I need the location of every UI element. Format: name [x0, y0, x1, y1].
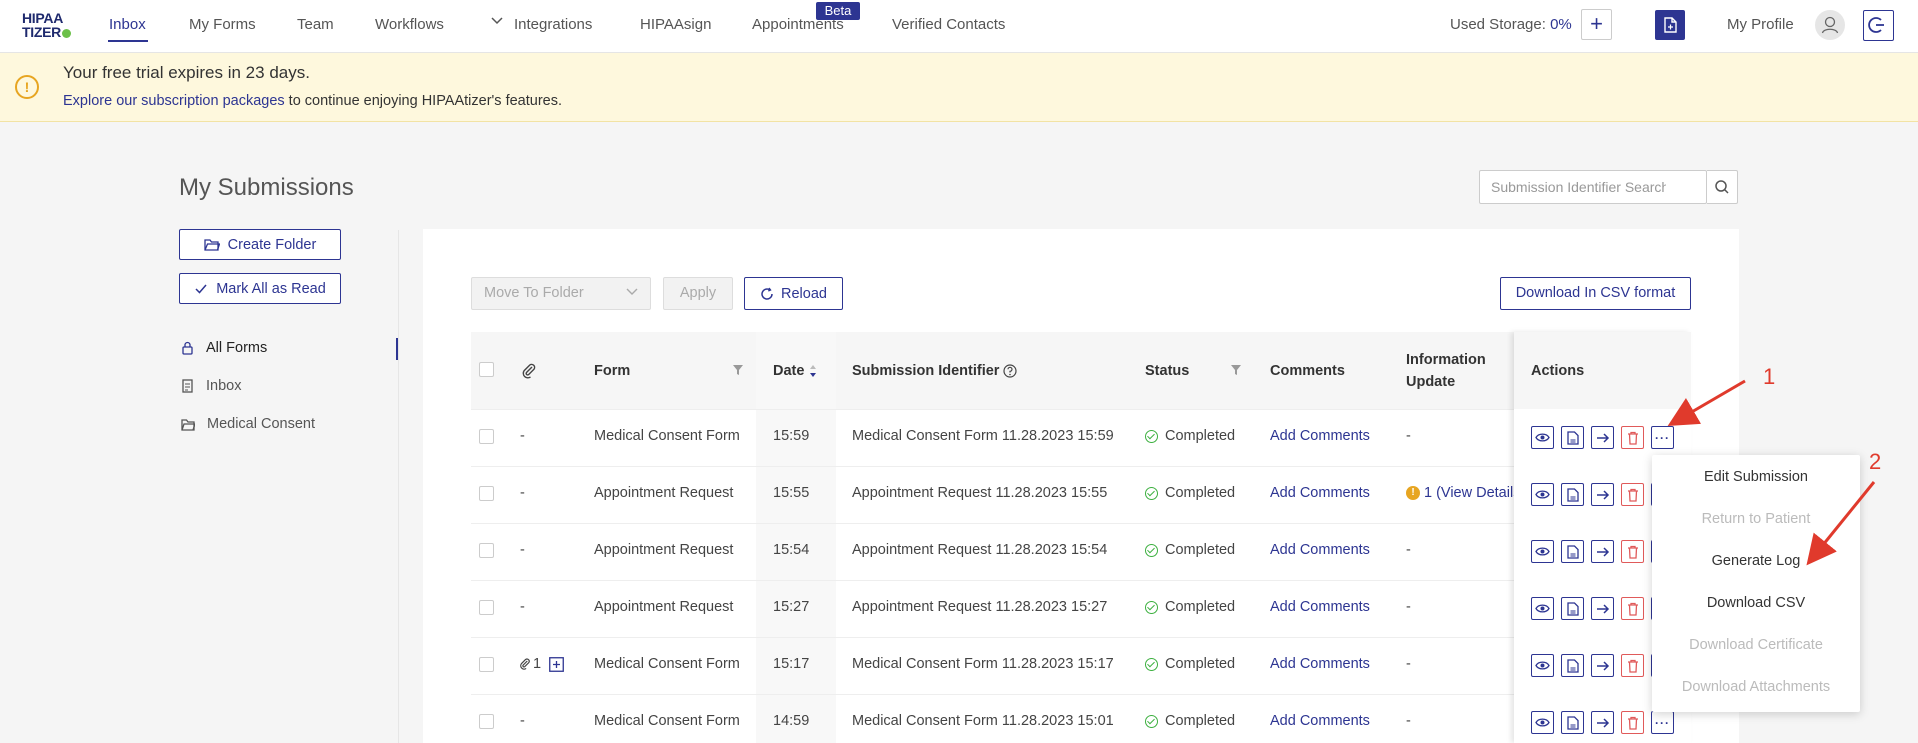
arrow-2 — [1806, 481, 1876, 566]
annotation-label-2: 2 — [1869, 449, 1882, 474]
annotation-arrows — [1667, 379, 1876, 566]
annotation-label-1: 1 — [1763, 364, 1776, 389]
arrow-1 — [1667, 379, 1746, 427]
